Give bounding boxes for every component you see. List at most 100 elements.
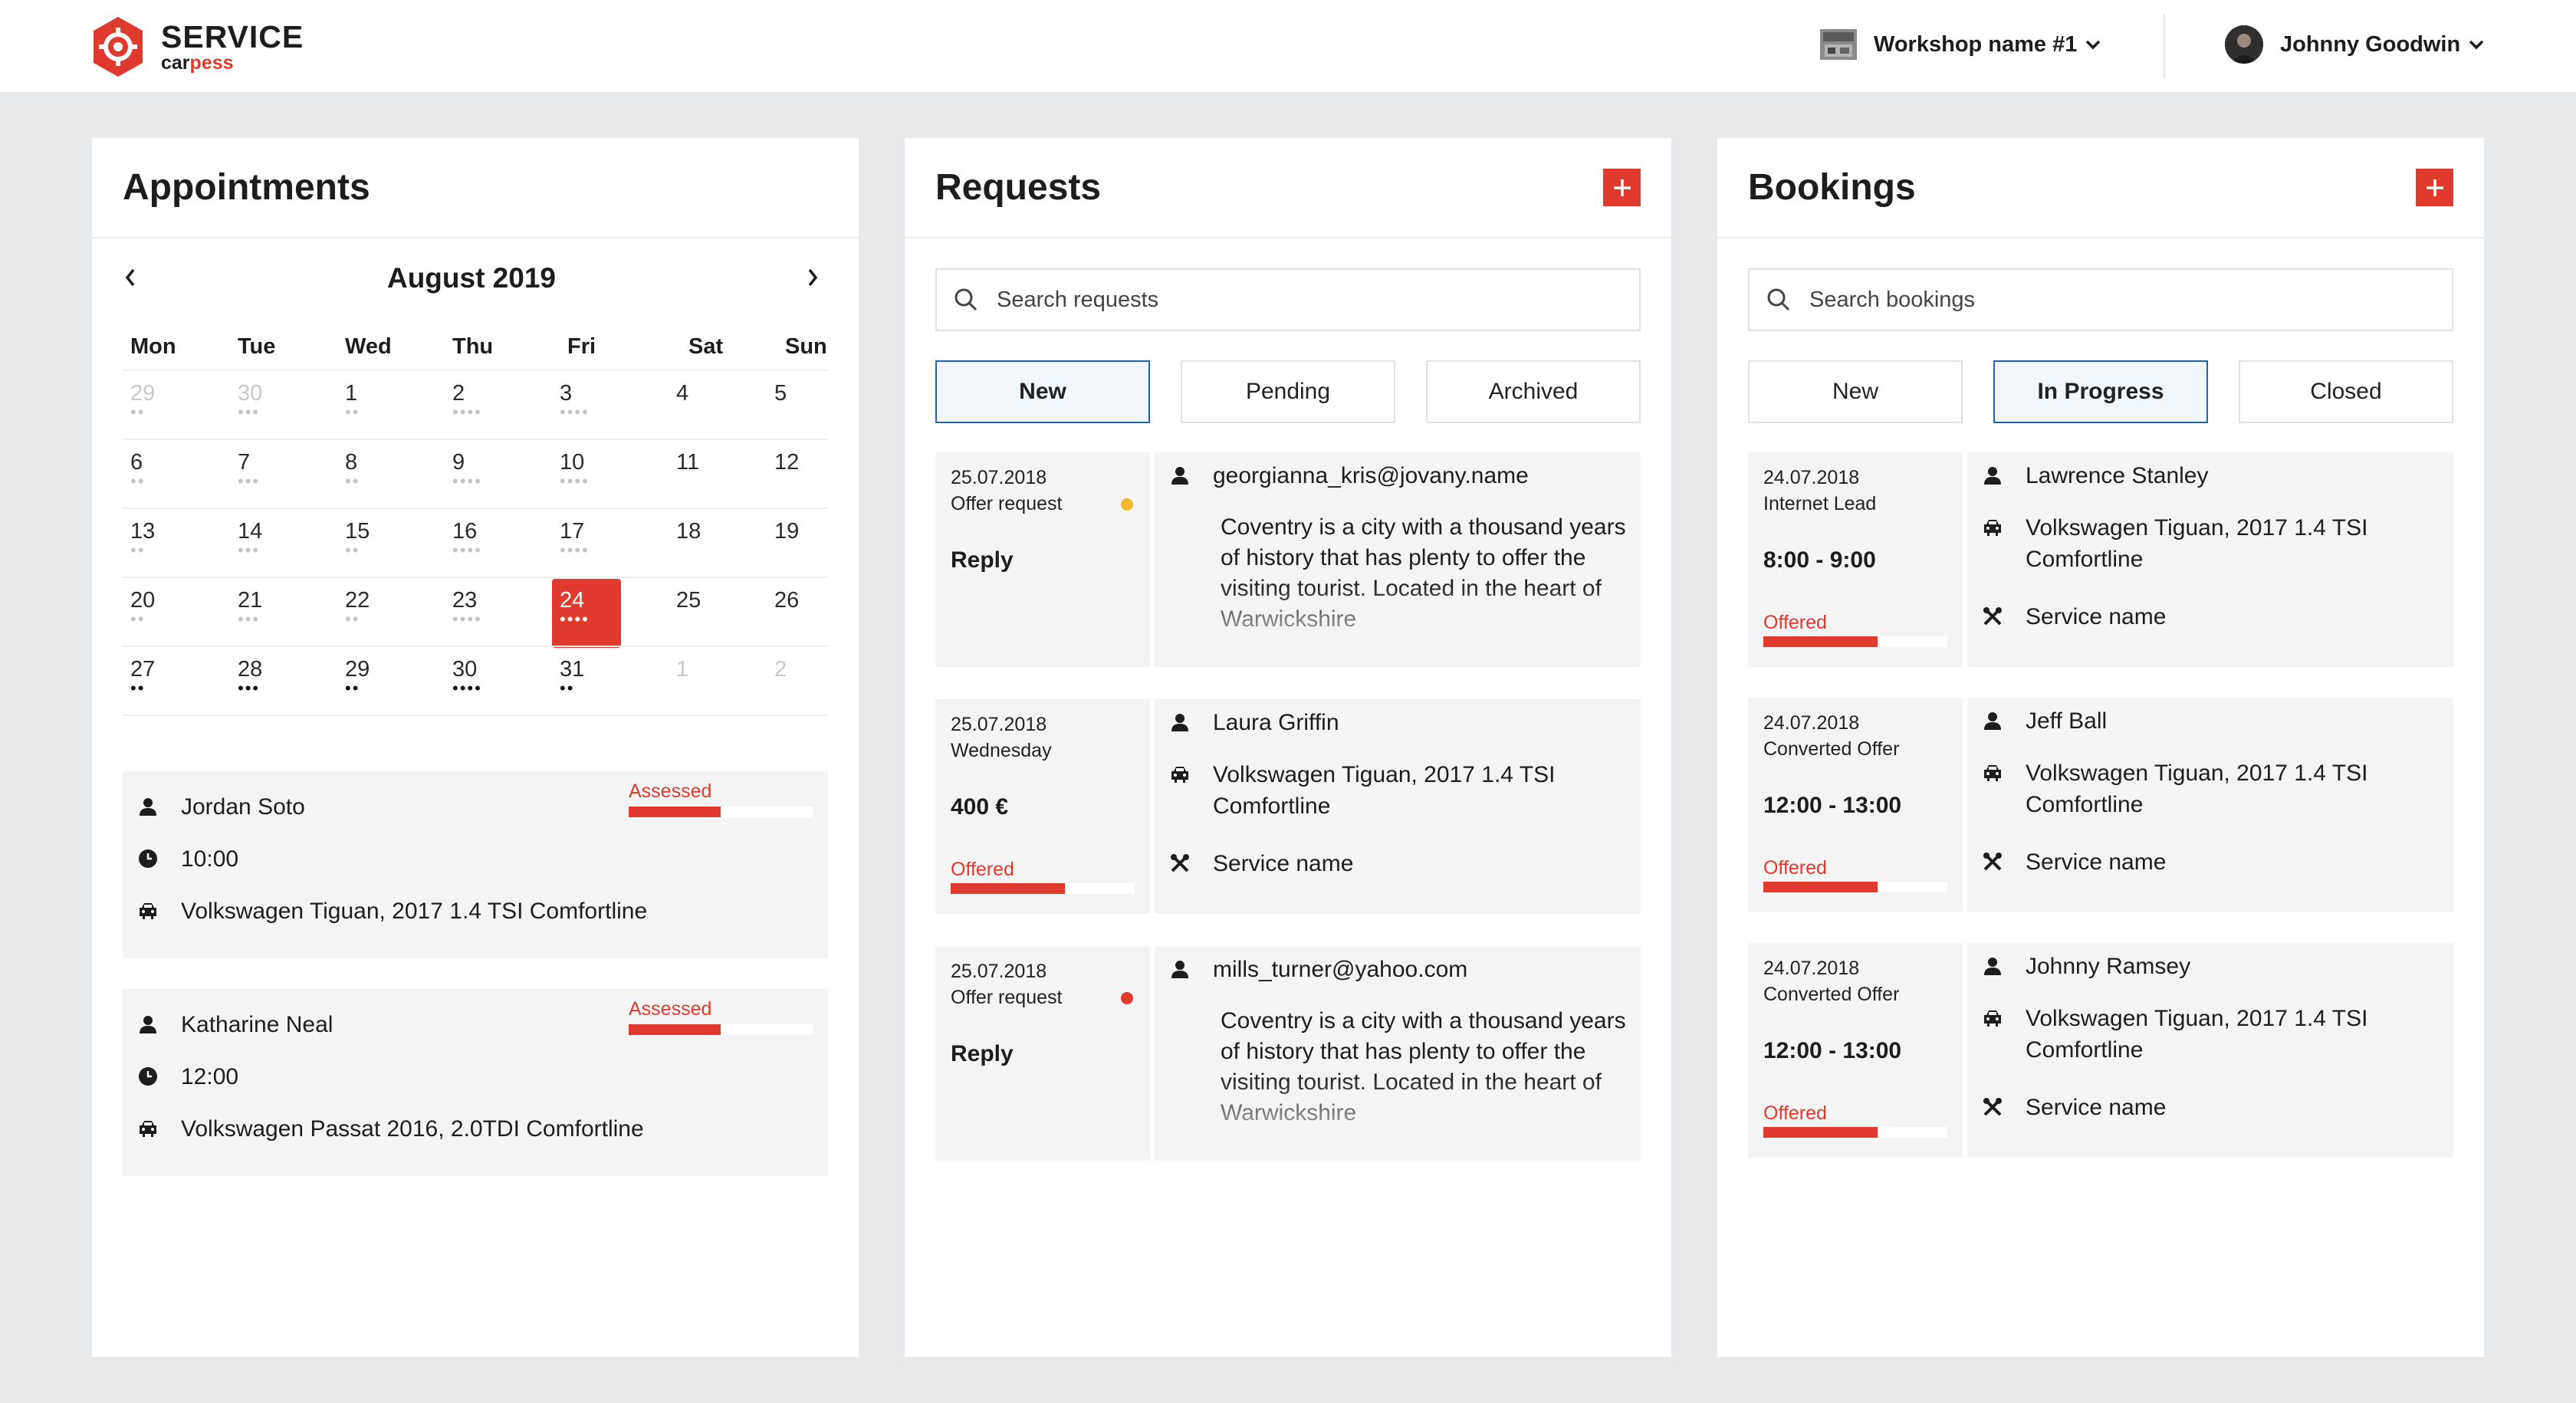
calendar-day[interactable]: 9 •••• — [445, 441, 514, 510]
clock-icon — [139, 1067, 157, 1086]
next-month-button[interactable] — [797, 262, 828, 293]
day-number: 5 — [774, 381, 787, 406]
booking-meta: 24.07.2018 Converted Offer — [1763, 955, 1899, 1007]
customer-row: Jeff Ball — [1983, 705, 2443, 737]
prev-month-button[interactable] — [115, 262, 146, 293]
calendar-day[interactable]: 12 — [767, 441, 836, 510]
bookings-panel: Bookings New In Progress Closed 24.07.2018… — [1717, 138, 2484, 1357]
calendar-day[interactable]: 7 ••• — [230, 441, 299, 510]
request-card[interactable]: 25.07.2018 Wednesday 400 € Offered Laura Gri… — [935, 699, 1641, 914]
calendar-day-selected[interactable]: 24 •••• — [552, 579, 621, 648]
tab-pending[interactable]: Pending — [1181, 360, 1395, 423]
user-menu[interactable]: Johnny Goodwin — [2225, 23, 2485, 66]
booking-card[interactable]: 24.07.2018 Converted Offer 12:00 - 13:00 … — [1748, 698, 2453, 912]
calendar-day[interactable]: 31 •• — [552, 648, 621, 717]
booking-time: 12:00 - 13:00 — [1763, 1038, 1902, 1063]
calendar-day[interactable]: 29 •• — [123, 372, 192, 441]
status-label: Offered — [951, 859, 1014, 880]
calendar-day[interactable]: 30 ••• — [230, 372, 299, 441]
calendar-day[interactable]: 10 •••• — [552, 441, 621, 510]
vehicle-row: Volkswagen Passat 2016, 2.0TDI Comfortli… — [138, 1113, 644, 1145]
workshop-selector[interactable]: Workshop name #1 — [1820, 23, 2101, 66]
calendar-day[interactable]: 13 •• — [123, 510, 192, 579]
calendar-day[interactable]: 6 •• — [123, 441, 192, 510]
calendar-day[interactable]: 16 •••• — [445, 510, 514, 579]
appointment-dots: •••• — [560, 540, 590, 560]
status-label: Offered — [1763, 612, 1827, 633]
booking-date: 24.07.2018 — [1763, 467, 1860, 488]
calendar-day[interactable]: 18 — [669, 510, 738, 579]
booking-details: Johnny Ramsey Volkswagen Tiguan, 2017 1.… — [1967, 943, 2453, 1158]
booking-source: Internet Lead — [1763, 493, 1877, 514]
request-type: Offer request — [951, 493, 1063, 514]
calendar-day[interactable]: 27 •• — [123, 648, 192, 717]
add-request-button[interactable] — [1603, 169, 1641, 206]
calendar-day[interactable]: 26 — [767, 579, 836, 648]
calendar-day[interactable]: 20 •• — [123, 579, 192, 648]
calendar-day[interactable]: 8 •• — [337, 441, 406, 510]
add-booking-button[interactable] — [2416, 169, 2453, 206]
calendar-day[interactable]: 17 •••• — [552, 510, 621, 579]
appointment-dots: •• — [560, 678, 575, 698]
calendar-day[interactable]: 29 •• — [337, 648, 406, 717]
service: Service name — [1213, 851, 1354, 876]
booking-summary: 24.07.2018 Converted Offer 12:00 - 13:00 … — [1748, 943, 1963, 1158]
appointment-card[interactable]: Jordan Soto 10:00 Volkswagen Tiguan, 201… — [123, 771, 828, 958]
tab-new[interactable]: New — [935, 360, 1150, 423]
booking-card[interactable]: 24.07.2018 Converted Offer 12:00 - 13:00 … — [1748, 943, 2453, 1158]
divider — [905, 237, 1671, 238]
customer-name: Johnny Ramsey — [2026, 954, 2191, 979]
chevron-right-icon — [808, 268, 818, 287]
calendar-day[interactable]: 4 — [669, 372, 738, 441]
price: 400 € — [951, 794, 1009, 820]
chevron-down-icon — [2086, 40, 2101, 50]
appointment-dots: ••• — [238, 610, 261, 629]
calendar-day[interactable]: 23 •••• — [445, 579, 514, 648]
chevron-down-icon — [2469, 40, 2484, 50]
calendar-day[interactable]: 11 — [669, 441, 738, 510]
calendar-day[interactable]: 2 •••• — [445, 372, 514, 441]
calendar-day[interactable]: 1 — [669, 648, 738, 717]
service: Service name — [2026, 849, 2167, 875]
tools-icon — [1983, 607, 2002, 626]
request-date: 25.07.2018 — [951, 961, 1047, 982]
status-progress-bar — [629, 1024, 813, 1035]
search-bookings-input[interactable] — [1809, 287, 2407, 313]
logo[interactable]: SERVICE carpess — [89, 15, 304, 78]
calendar-day[interactable]: 3 •••• — [552, 372, 621, 441]
tab-new[interactable]: New — [1748, 360, 1963, 423]
calendar-day[interactable]: 30 •••• — [445, 648, 514, 717]
appointment-dots: ••• — [238, 472, 261, 491]
calendar-day[interactable]: 22 •• — [337, 579, 406, 648]
request-card[interactable]: 25.07.2018 Offer request Reply georgianna_k… — [935, 452, 1641, 667]
search-bookings-field[interactable] — [1748, 268, 2453, 331]
person-icon — [1171, 961, 1188, 978]
request-meta: 25.07.2018 Wednesday — [951, 711, 1052, 764]
calendar-day[interactable]: 2 — [767, 648, 836, 717]
calendar-day[interactable]: 14 ••• — [230, 510, 299, 579]
appointment-card[interactable]: Katharine Neal 12:00 Volkswagen Passat 2… — [123, 989, 828, 1176]
request-card[interactable]: 25.07.2018 Offer request Reply mills_turner… — [935, 946, 1641, 1161]
appointment-dots: •• — [345, 402, 360, 422]
search-requests-input[interactable] — [997, 287, 1595, 313]
booking-time: 8:00 - 9:00 — [1763, 547, 1876, 573]
calendar-day[interactable]: 1 •• — [337, 372, 406, 441]
person-icon — [140, 798, 156, 816]
tab-closed[interactable]: Closed — [2239, 360, 2453, 423]
tab-archived[interactable]: Archived — [1426, 360, 1641, 423]
calendar-day[interactable]: 5 — [767, 372, 836, 441]
calendar-day[interactable]: 19 — [767, 510, 836, 579]
car-icon — [1171, 767, 1188, 783]
calendar-day[interactable]: 21 ••• — [230, 579, 299, 648]
reply-link[interactable]: Reply — [951, 1041, 1014, 1067]
calendar-day[interactable]: 15 •• — [337, 510, 406, 579]
search-requests-field[interactable] — [935, 268, 1641, 331]
person-icon — [1984, 712, 2001, 730]
booking-card[interactable]: 24.07.2018 Internet Lead 8:00 - 9:00 Offe… — [1748, 452, 2453, 667]
calendar-day[interactable]: 25 — [669, 579, 738, 648]
reply-link[interactable]: Reply — [951, 547, 1014, 573]
calendar-day[interactable]: 28 ••• — [230, 648, 299, 717]
header-divider — [2164, 14, 2165, 78]
appointment-dots: ••• — [238, 402, 261, 422]
tab-in-progress[interactable]: In Progress — [1993, 360, 2208, 423]
